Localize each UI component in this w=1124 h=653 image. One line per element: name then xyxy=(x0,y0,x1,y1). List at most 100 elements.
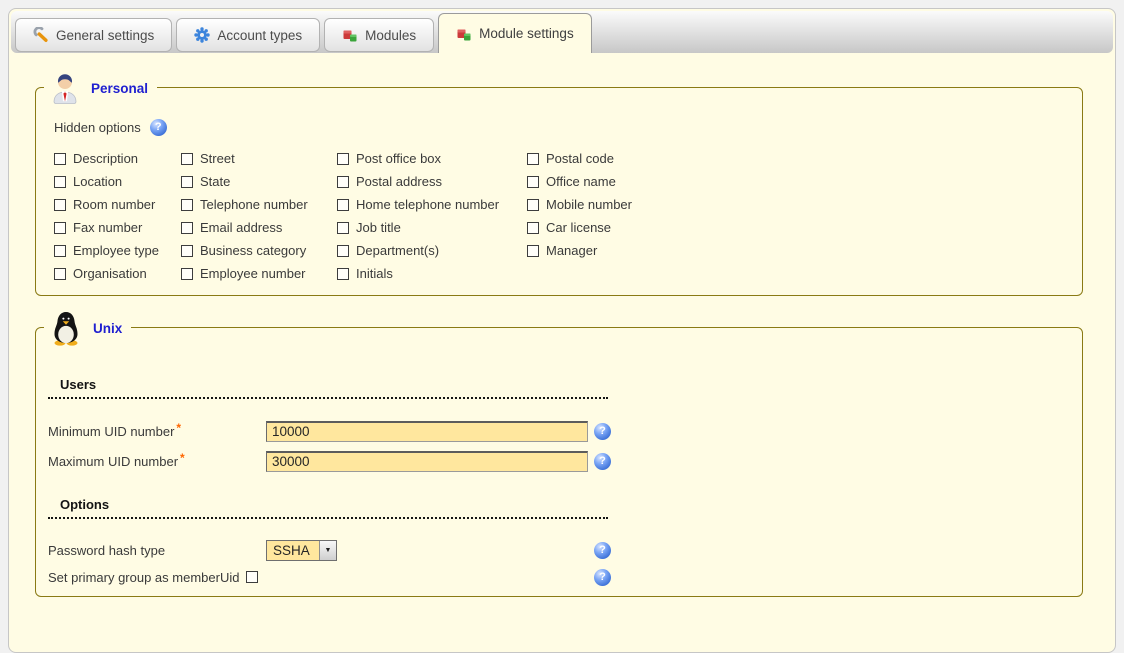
checkbox-label: Postal address xyxy=(356,174,442,189)
checkbox[interactable] xyxy=(527,153,539,165)
checkbox-label: Location xyxy=(73,174,122,189)
tab-label: General settings xyxy=(56,28,154,43)
section-title: Personal xyxy=(91,81,148,96)
checkbox[interactable] xyxy=(527,222,539,234)
hidden-option-fax-number[interactable]: Fax number xyxy=(54,216,181,239)
hidden-option-state[interactable]: State xyxy=(181,170,337,193)
checkbox[interactable] xyxy=(54,199,66,211)
hidden-option-office-name[interactable]: Office name xyxy=(527,170,1064,193)
checkbox-label: Job title xyxy=(356,220,401,235)
checkbox[interactable] xyxy=(527,245,539,257)
required-marker: * xyxy=(176,421,181,435)
checkbox[interactable] xyxy=(527,176,539,188)
hidden-option-employee-type[interactable]: Employee type xyxy=(54,239,181,262)
checkbox-label: Post office box xyxy=(356,151,441,166)
checkbox[interactable] xyxy=(181,176,193,188)
checkbox-label: Employee type xyxy=(73,243,159,258)
checkbox[interactable] xyxy=(181,245,193,257)
hidden-option-initials[interactable]: Initials xyxy=(337,262,527,285)
checkbox-label: Mobile number xyxy=(546,197,632,212)
hidden-options-grid: Description Street Post office box Posta… xyxy=(54,147,1064,285)
tab-account-types[interactable]: Account types xyxy=(176,18,320,52)
checkbox-label: Business category xyxy=(200,243,306,258)
hidden-option-car-license[interactable]: Car license xyxy=(527,216,1064,239)
checkbox-label: Department(s) xyxy=(356,243,439,258)
hidden-option-employee-number[interactable]: Employee number xyxy=(181,262,337,285)
hidden-option-postal-address[interactable]: Postal address xyxy=(337,170,527,193)
checkbox-label: Organisation xyxy=(73,266,147,281)
password-hash-row: Password hash type SSHA ▼ ? xyxy=(48,539,1070,561)
hidden-option-description[interactable]: Description xyxy=(54,147,181,170)
checkbox[interactable] xyxy=(337,222,349,234)
hidden-option-organisation[interactable]: Organisation xyxy=(54,262,181,285)
hidden-option-home-telephone-number[interactable]: Home telephone number xyxy=(337,193,527,216)
hidden-option-email-address[interactable]: Email address xyxy=(181,216,337,239)
hidden-option-mobile-number[interactable]: Mobile number xyxy=(527,193,1064,216)
hidden-option-room-number[interactable]: Room number xyxy=(54,193,181,216)
checkbox[interactable] xyxy=(54,222,66,234)
help-icon[interactable]: ? xyxy=(594,542,611,559)
checkbox-label: Room number xyxy=(73,197,155,212)
hidden-option-postal-code[interactable]: Postal code xyxy=(527,147,1064,170)
checkbox-label: Car license xyxy=(546,220,611,235)
checkbox[interactable] xyxy=(181,268,193,280)
personal-legend: Personal xyxy=(44,71,157,105)
checkbox-label: Postal code xyxy=(546,151,614,166)
hidden-option-post-office-box[interactable]: Post office box xyxy=(337,147,527,170)
wrench-icon xyxy=(33,27,49,43)
tab-label: Account types xyxy=(217,28,302,43)
checkbox-label: Office name xyxy=(546,174,616,189)
tab-bar: General settings Account types xyxy=(11,11,1113,53)
selected-value: SSHA xyxy=(267,541,319,560)
hidden-option-job-title[interactable]: Job title xyxy=(337,216,527,239)
checkbox-label: Initials xyxy=(356,266,393,281)
password-hash-select[interactable]: SSHA ▼ xyxy=(266,540,337,561)
member-uid-checkbox[interactable] xyxy=(246,571,258,583)
checkbox[interactable] xyxy=(54,176,66,188)
tux-penguin-icon xyxy=(48,310,84,346)
member-uid-row: Set primary group as memberUid ? xyxy=(48,566,1070,588)
person-icon xyxy=(48,71,82,105)
hidden-options-label: Hidden options xyxy=(54,120,141,135)
checkbox[interactable] xyxy=(337,199,349,211)
checkbox[interactable] xyxy=(337,245,349,257)
checkbox[interactable] xyxy=(181,199,193,211)
hidden-option-business-category[interactable]: Business category xyxy=(181,239,337,262)
hidden-option-telephone-number[interactable]: Telephone number xyxy=(181,193,337,216)
checkbox[interactable] xyxy=(181,153,193,165)
tab-modules[interactable]: Modules xyxy=(324,18,434,52)
tab-label: Module settings xyxy=(479,26,574,41)
help-icon[interactable]: ? xyxy=(594,423,611,440)
max-uid-input[interactable] xyxy=(266,451,588,472)
checkbox[interactable] xyxy=(54,245,66,257)
options-subheader: Options xyxy=(48,497,608,519)
hidden-option-street[interactable]: Street xyxy=(181,147,337,170)
checkbox-label: State xyxy=(200,174,230,189)
checkbox[interactable] xyxy=(337,268,349,280)
password-hash-label: Password hash type xyxy=(48,543,266,558)
checkbox[interactable] xyxy=(337,153,349,165)
unix-legend: Unix xyxy=(44,310,131,346)
checkbox[interactable] xyxy=(337,176,349,188)
checkbox[interactable] xyxy=(181,222,193,234)
checkbox-label: Street xyxy=(200,151,235,166)
chevron-down-icon[interactable]: ▼ xyxy=(319,541,336,560)
min-uid-input[interactable] xyxy=(266,421,588,442)
help-icon[interactable]: ? xyxy=(594,453,611,470)
hidden-option-location[interactable]: Location xyxy=(54,170,181,193)
checkbox[interactable] xyxy=(54,268,66,280)
hidden-option-departments[interactable]: Department(s) xyxy=(337,239,527,262)
hidden-option-manager[interactable]: Manager xyxy=(527,239,1064,262)
tab-module-settings[interactable]: Module settings xyxy=(438,13,592,53)
checkbox-label: Manager xyxy=(546,243,597,258)
checkbox-label: Employee number xyxy=(200,266,306,281)
checkbox-label: Description xyxy=(73,151,138,166)
tab-general-settings[interactable]: General settings xyxy=(15,18,172,52)
checkbox-label: Email address xyxy=(200,220,282,235)
help-icon[interactable]: ? xyxy=(594,569,611,586)
checkbox[interactable] xyxy=(54,153,66,165)
gear-icon xyxy=(194,27,210,43)
help-icon[interactable]: ? xyxy=(150,119,167,136)
modules-icon xyxy=(456,26,472,42)
checkbox[interactable] xyxy=(527,199,539,211)
